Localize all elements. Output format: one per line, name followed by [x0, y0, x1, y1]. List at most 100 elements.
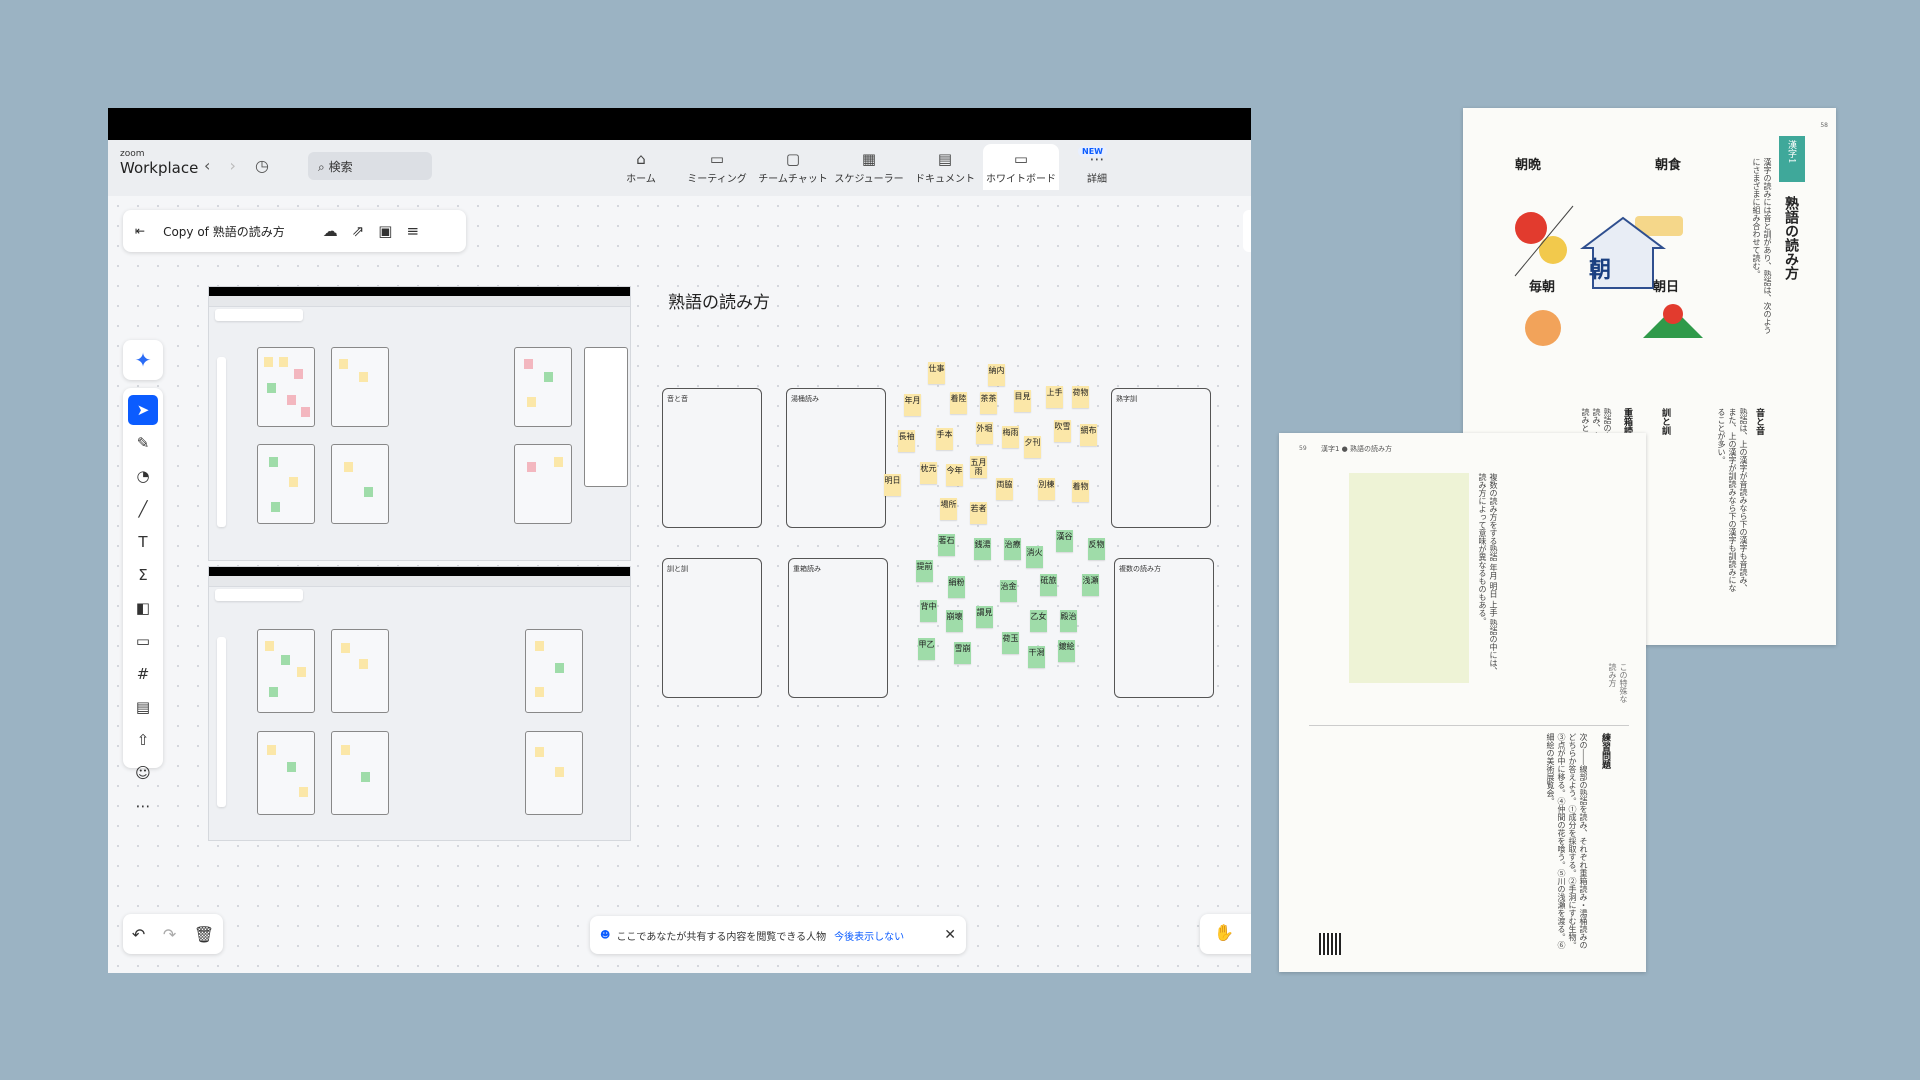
- frame-tool[interactable]: #: [128, 659, 158, 689]
- collapse-panel-icon[interactable]: ⇤: [135, 224, 145, 238]
- sticky-note[interactable]: 殿治: [1060, 610, 1077, 632]
- tab-meetings[interactable]: ▭ ミーティング: [679, 144, 755, 190]
- frame-label: 重箱読み: [793, 565, 821, 573]
- sticky-note[interactable]: 茶茶: [980, 392, 997, 414]
- pan-button[interactable]: ✋: [1200, 914, 1251, 954]
- sticky-note[interactable]: 荷玉: [1002, 632, 1019, 654]
- sticky-note[interactable]: 砥旅: [1040, 574, 1057, 596]
- board-thumbnail-2[interactable]: [208, 566, 631, 841]
- sticky-note[interactable]: 治療: [1004, 538, 1021, 560]
- sticky-note[interactable]: 別棟: [1038, 478, 1055, 500]
- sticky-note[interactable]: 年月: [904, 394, 921, 416]
- sticky-note-tool[interactable]: ◧: [128, 593, 158, 623]
- frame-yuto-yomi[interactable]: 湯桶読み: [786, 388, 886, 528]
- sticky-note[interactable]: 夕刊: [1024, 436, 1041, 458]
- formula-tool[interactable]: Σ: [128, 560, 158, 590]
- sticky-note[interactable]: 五月雨: [970, 456, 987, 478]
- sticky-note[interactable]: 長袖: [898, 430, 915, 452]
- frame-on-on[interactable]: 音と音: [662, 388, 762, 528]
- text-tool[interactable]: T: [128, 527, 158, 557]
- sticky-note[interactable]: 納内: [988, 364, 1005, 386]
- tab-whiteboard[interactable]: ▭ ホワイトボード: [983, 144, 1059, 190]
- thumb-note: [265, 641, 274, 651]
- tab-team-chat[interactable]: ▢ チームチャット: [755, 144, 831, 190]
- tab-label: 詳細: [1087, 174, 1107, 185]
- window-top-bar: [108, 108, 1251, 140]
- back-arrow-icon[interactable]: ‹: [204, 156, 210, 175]
- document-icon: ▤: [937, 150, 953, 168]
- sticky-note[interactable]: 銭湯: [974, 538, 991, 560]
- sticky-note[interactable]: 場所: [940, 498, 957, 520]
- shape-tool[interactable]: ◔: [128, 461, 158, 491]
- cloud-save-icon[interactable]: ☁: [323, 222, 338, 240]
- sigma-icon: Σ: [138, 566, 148, 584]
- emoji-tool[interactable]: ☺: [128, 758, 158, 788]
- ai-sparkle-button[interactable]: ✦: [123, 340, 163, 380]
- sticky-note[interactable]: 浅瀬: [1082, 574, 1099, 596]
- sticky-note[interactable]: 今年: [946, 464, 963, 486]
- frame-kun-kun[interactable]: 訓と訓: [662, 558, 762, 698]
- frame-label: 訓と訓: [667, 565, 688, 573]
- sticky-note[interactable]: 提前: [916, 560, 933, 582]
- forward-arrow-icon[interactable]: ›: [230, 156, 236, 175]
- sticky-note[interactable]: 崩壊: [946, 610, 963, 632]
- sticky-note[interactable]: 手本: [936, 428, 953, 450]
- sticky-note[interactable]: 梅雨: [1002, 426, 1019, 448]
- sticky-note[interactable]: 背中: [920, 600, 937, 622]
- frame-jubako-yomi[interactable]: 重箱読み: [788, 558, 888, 698]
- comment-tool[interactable]: ▭: [128, 626, 158, 656]
- sticky-note[interactable]: 消火: [1026, 546, 1043, 568]
- frame-multiple-readings[interactable]: 複数の読み方: [1114, 558, 1214, 698]
- sticky-note[interactable]: 絹粉: [948, 576, 965, 598]
- upload-tool[interactable]: ⇧: [128, 725, 158, 755]
- sticky-note[interactable]: 雪崩: [954, 642, 971, 664]
- select-tool[interactable]: ➤: [128, 395, 158, 425]
- tab-home[interactable]: ⌂ ホーム: [603, 144, 679, 190]
- sticky-note[interactable]: 鍍絵: [1058, 640, 1075, 662]
- more-tools[interactable]: ⋯: [128, 791, 158, 821]
- trash-icon[interactable]: 🗑: [194, 925, 214, 944]
- line-tool[interactable]: ╱: [128, 494, 158, 524]
- sticky-note[interactable]: 吹雪: [1054, 420, 1071, 442]
- whiteboard-canvas[interactable]: ⇤ Copy of 熟語の読み方 ☁ ⇗ ▣ ≡ ✦ ➤ ✎ ◔ ╱ T Σ ◧…: [108, 196, 1251, 973]
- sticky-note[interactable]: 荷物: [1072, 386, 1089, 408]
- frame-jukujikun[interactable]: 熟字訓: [1111, 388, 1211, 528]
- sticky-note[interactable]: 両脇: [996, 478, 1013, 500]
- history-icon[interactable]: ◷: [255, 156, 269, 175]
- sticky-note[interactable]: 治金: [1000, 580, 1017, 602]
- template-tool[interactable]: ▤: [128, 692, 158, 722]
- pen-tool[interactable]: ✎: [128, 428, 158, 458]
- sticky-note[interactable]: 反物: [1088, 538, 1105, 560]
- tab-docs[interactable]: ▤ ドキュメント: [907, 144, 983, 190]
- close-icon[interactable]: ✕: [944, 927, 956, 943]
- sticky-note[interactable]: 仕事: [928, 362, 945, 384]
- sticky-note[interactable]: 着物: [1072, 480, 1089, 502]
- tab-scheduler[interactable]: ▦ スケジューラー: [831, 144, 907, 190]
- sticky-note[interactable]: 上手: [1046, 386, 1063, 408]
- sticky-note[interactable]: 乙女: [1030, 610, 1047, 632]
- file-name[interactable]: Copy of 熟語の読み方: [163, 223, 285, 240]
- pages-icon[interactable]: ▣: [378, 222, 392, 240]
- sticky-note[interactable]: 明日: [884, 474, 901, 496]
- sticky-note[interactable]: 若者: [970, 502, 987, 524]
- sticky-note[interactable]: 外堀: [976, 422, 993, 444]
- menu-icon[interactable]: ≡: [406, 222, 419, 240]
- thumb-note: [544, 372, 553, 382]
- sticky-note[interactable]: 枕元: [920, 462, 937, 484]
- search-input[interactable]: ⌕ 検索: [308, 152, 432, 180]
- sticky-note[interactable]: 着陸: [950, 392, 967, 414]
- dont-show-again-link[interactable]: 今後表示しない: [834, 928, 904, 943]
- sticky-note[interactable]: 著石: [938, 534, 955, 556]
- sticky-note[interactable]: 甲乙: [918, 638, 935, 660]
- sticky-note[interactable]: 漢谷: [1056, 530, 1073, 552]
- redo-icon[interactable]: ↷: [163, 925, 176, 944]
- thumb-frame: [331, 731, 389, 815]
- board-thumbnail-1[interactable]: [208, 286, 631, 561]
- sticky-note[interactable]: 網布: [1080, 424, 1097, 446]
- sticky-note[interactable]: 干潟: [1028, 646, 1045, 668]
- sticky-note[interactable]: 謂見: [976, 606, 993, 628]
- sticky-note[interactable]: 目見: [1014, 390, 1031, 412]
- share-icon[interactable]: ⇗: [352, 222, 365, 240]
- undo-icon[interactable]: ↶: [132, 925, 145, 944]
- board-title[interactable]: 熟語の読み方: [668, 288, 770, 313]
